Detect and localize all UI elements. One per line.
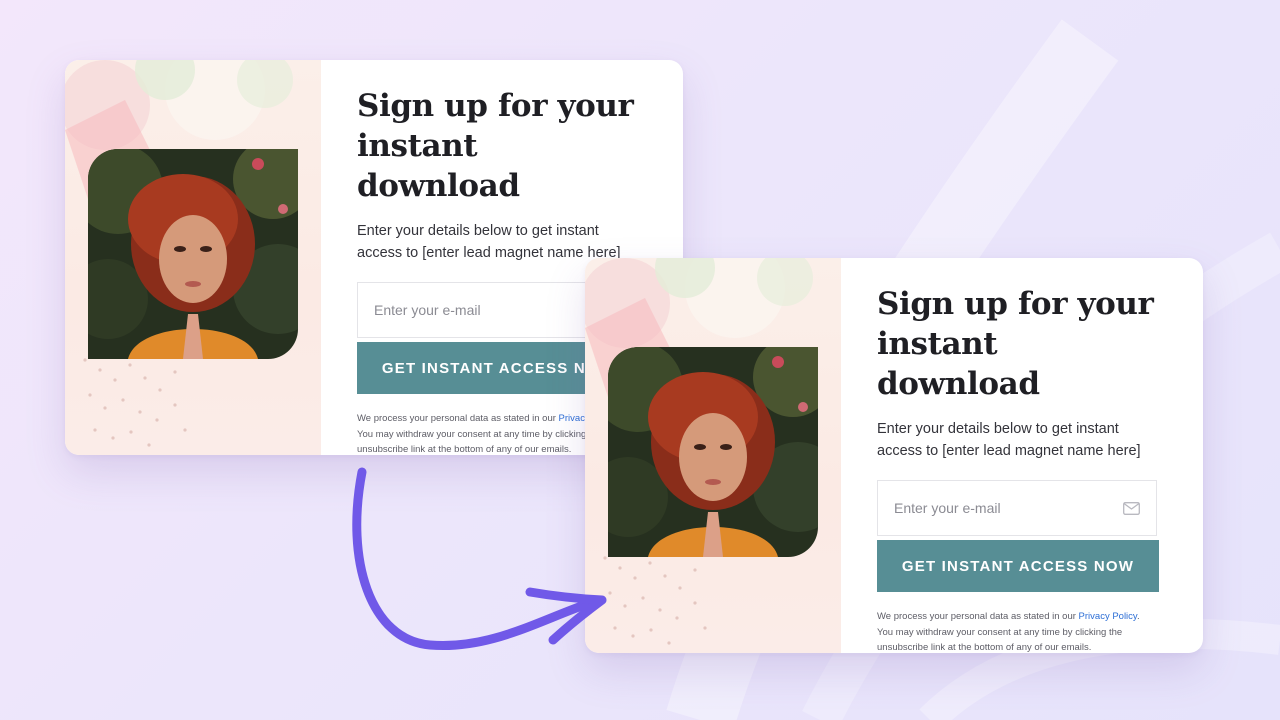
email-input[interactable]: Enter your e-mail [877,480,1157,536]
email-placeholder: Enter your e-mail [374,302,481,318]
form-title: Sign up for your instant download [357,88,634,204]
email-placeholder: Enter your e-mail [894,500,1001,516]
portrait-photo [88,149,298,359]
form-decorative-panel [585,258,841,653]
form-decorative-panel [65,60,321,455]
form-description: Enter your details below to get instant a… [877,421,1141,459]
optin-form-card-copy: Sign up for your instant download Enter y… [585,258,1203,653]
form-title: Sign up for your instant download [877,286,1154,402]
privacy-policy-link[interactable]: Privacy Policy [1079,611,1137,622]
portrait-photo [608,347,818,557]
get-instant-access-button[interactable]: GET INSTANT ACCESS NOW [877,540,1159,592]
mail-icon [1123,501,1140,515]
privacy-notice: We process your personal data as stated … [877,611,1140,653]
form-content: Sign up for your instant download Enter y… [877,284,1167,653]
